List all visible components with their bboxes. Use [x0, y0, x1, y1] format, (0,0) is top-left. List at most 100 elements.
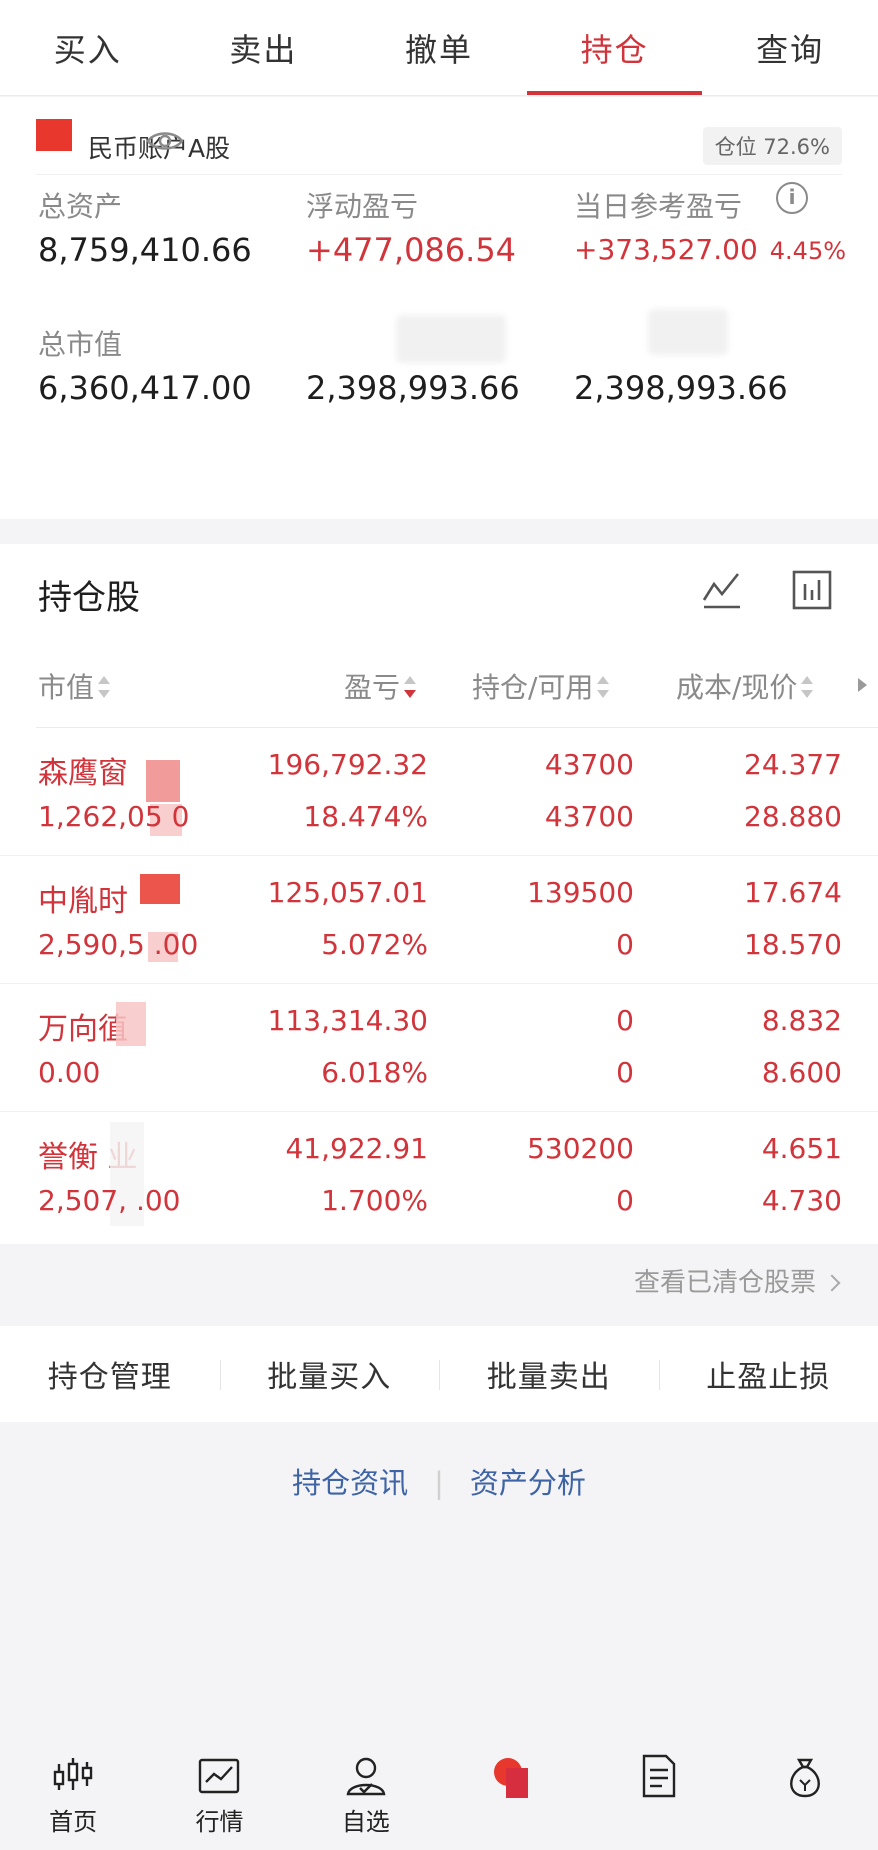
stock-pl: 125,057.01	[267, 876, 428, 909]
tab-query[interactable]: 查询	[702, 0, 878, 95]
scroll-right-icon[interactable]	[858, 678, 867, 692]
tab-sell[interactable]: 卖出	[176, 0, 352, 95]
stock-name: 森鹰窗	[38, 756, 128, 791]
nav-home-label: 首页	[49, 1808, 98, 1836]
stock-available: 0	[616, 1056, 634, 1089]
stock-pl: 41,922.91	[285, 1132, 428, 1165]
stock-pl: 196,792.32	[267, 748, 428, 781]
tab-cancel-order[interactable]: 撤单	[351, 0, 527, 95]
sort-icon	[801, 676, 814, 698]
trade-icon	[494, 1758, 529, 1798]
holding-row[interactable]: 万向徝 0.00 113,314.30 6.018% 0 0 8.832 8.6…	[0, 984, 878, 1112]
holdings-title: 持仓股	[38, 578, 140, 618]
stock-pl: 113,314.30	[267, 1004, 428, 1037]
market-value-label: 总市值	[38, 328, 123, 361]
nav-news[interactable]	[585, 1740, 731, 1850]
stock-position: 0	[616, 1004, 634, 1037]
info-icon[interactable]: i	[776, 182, 808, 214]
stock-pl-percent: 1.700%	[321, 1184, 428, 1217]
stock-market-value: 0.00	[38, 1056, 101, 1089]
sort-icon	[597, 676, 610, 698]
stock-cost: 4.651	[761, 1132, 842, 1165]
sort-icon	[98, 676, 111, 698]
eye-icon[interactable]	[146, 129, 184, 153]
column-position[interactable]: 持仓/可用	[472, 666, 610, 706]
stock-cost: 8.832	[761, 1004, 842, 1037]
daily-pl-value: +373,527.00 4.45%	[574, 233, 846, 266]
nav-trade[interactable]	[439, 1740, 585, 1850]
nav-watchlist[interactable]: 自选	[293, 1740, 439, 1850]
daily-pl-percent: 4.45%	[769, 237, 847, 265]
tab-holdings[interactable]: 持仓	[526, 0, 703, 95]
position-ratio-badge: 仓位 72.6%	[702, 127, 842, 165]
stock-cost: 24.377	[744, 748, 842, 781]
market-value-value: 6,360,417.00	[38, 369, 252, 407]
market-chart-icon	[199, 1758, 240, 1794]
trend-line-icon[interactable]	[702, 570, 742, 610]
redaction-mask	[140, 874, 180, 904]
position-management-button[interactable]: 持仓管理	[0, 1326, 220, 1422]
view-cleared-stocks-link[interactable]: 查看已清仓股票	[633, 1262, 841, 1299]
sort-desc-icon	[404, 676, 417, 698]
stock-market-value: 1,262,05 0	[38, 800, 190, 833]
redacted-label-mask	[396, 315, 506, 363]
view-cleared-stocks-label: 查看已清仓股票	[633, 1268, 816, 1298]
tab-buy[interactable]: 买入	[0, 0, 176, 95]
candlestick-icon	[53, 1758, 93, 1790]
holding-row[interactable]: 森鹰窗 1,262,05 0 196,792.32 18.474% 43700 …	[0, 728, 878, 856]
stock-name: 中胤时	[38, 884, 128, 919]
money-bag-icon	[789, 1758, 820, 1798]
redaction-mask	[146, 760, 180, 802]
bar-chart-icon[interactable]	[792, 570, 832, 610]
watchlist-user-icon	[346, 1757, 386, 1796]
stock-price: 8.600	[761, 1056, 842, 1089]
holdings-action-bar: 持仓管理 批量买入 批量卖出 止盈止损	[0, 1326, 878, 1422]
column-two-value: 2,398,993.66	[306, 369, 520, 407]
stock-available: 0	[616, 928, 634, 961]
column-position-label: 持仓/可用	[472, 671, 594, 704]
chevron-right-icon	[823, 1274, 841, 1292]
column-cost[interactable]: 成本/现价	[676, 666, 814, 706]
stock-price: 28.880	[744, 800, 842, 833]
nav-watchlist-label: 自选	[341, 1808, 390, 1836]
nav-wealth[interactable]	[732, 1740, 878, 1850]
total-assets-label: 总资产	[38, 190, 123, 223]
nav-market[interactable]: 行情	[146, 1740, 292, 1850]
batch-buy-button[interactable]: 批量买入	[219, 1326, 440, 1422]
trade-tabs: 买入 卖出 撤单 持仓 查询	[0, 0, 878, 96]
redaction-mask	[116, 1002, 146, 1046]
redacted-label-mask	[648, 309, 728, 355]
daily-pl-amount: +373,527.00	[574, 233, 758, 266]
stock-position: 139500	[527, 876, 634, 909]
stock-pl-percent: 5.072%	[321, 928, 428, 961]
holdings-news-link[interactable]: 持仓资讯	[292, 1466, 408, 1500]
bottom-nav: 首页 行情 自选	[0, 1740, 878, 1850]
nav-home[interactable]: 首页	[0, 1740, 146, 1850]
floating-pl-label: 浮动盈亏	[306, 190, 419, 223]
column-market-value[interactable]: 市值	[38, 666, 111, 706]
stock-pl-percent: 18.474%	[303, 800, 428, 833]
holding-row[interactable]: 中胤时 2,590,5 .00 125,057.01 5.072% 139500…	[0, 856, 878, 984]
floating-pl-value: +477,086.54	[306, 231, 517, 269]
info-links: 持仓资讯 | 资产分析	[0, 1460, 878, 1502]
stock-position: 43700	[544, 748, 634, 781]
stock-price: 18.570	[744, 928, 842, 961]
daily-pl-label: 当日参考盈亏	[574, 190, 743, 223]
column-pl-label: 盈亏	[344, 671, 401, 704]
column-market-value-label: 市值	[38, 671, 95, 704]
stock-position: 530200	[527, 1132, 634, 1165]
total-assets-value: 8,759,410.66	[38, 231, 252, 269]
link-divider: |	[434, 1466, 444, 1500]
take-profit-stop-loss-button[interactable]: 止盈止损	[658, 1326, 878, 1422]
batch-sell-button[interactable]: 批量卖出	[439, 1326, 659, 1422]
column-pl[interactable]: 盈亏	[344, 666, 417, 706]
stock-price: 4.730	[761, 1184, 842, 1217]
account-mask	[36, 119, 72, 151]
stock-name: 万向徝	[38, 1012, 128, 1047]
column-three-value: 2,398,993.66	[574, 369, 788, 407]
asset-analysis-link[interactable]: 资产分析	[470, 1466, 586, 1500]
holdings-section: 持仓股 市值 盈亏 持仓/可用 成本/现价 森鹰窗 1,262,05 0 196…	[0, 544, 878, 1244]
holding-row[interactable]: 誉衡 业 2,507, .00 41,922.91 1.700% 530200 …	[0, 1112, 878, 1240]
stock-cost: 17.674	[744, 876, 842, 909]
stock-available: 43700	[544, 800, 634, 833]
